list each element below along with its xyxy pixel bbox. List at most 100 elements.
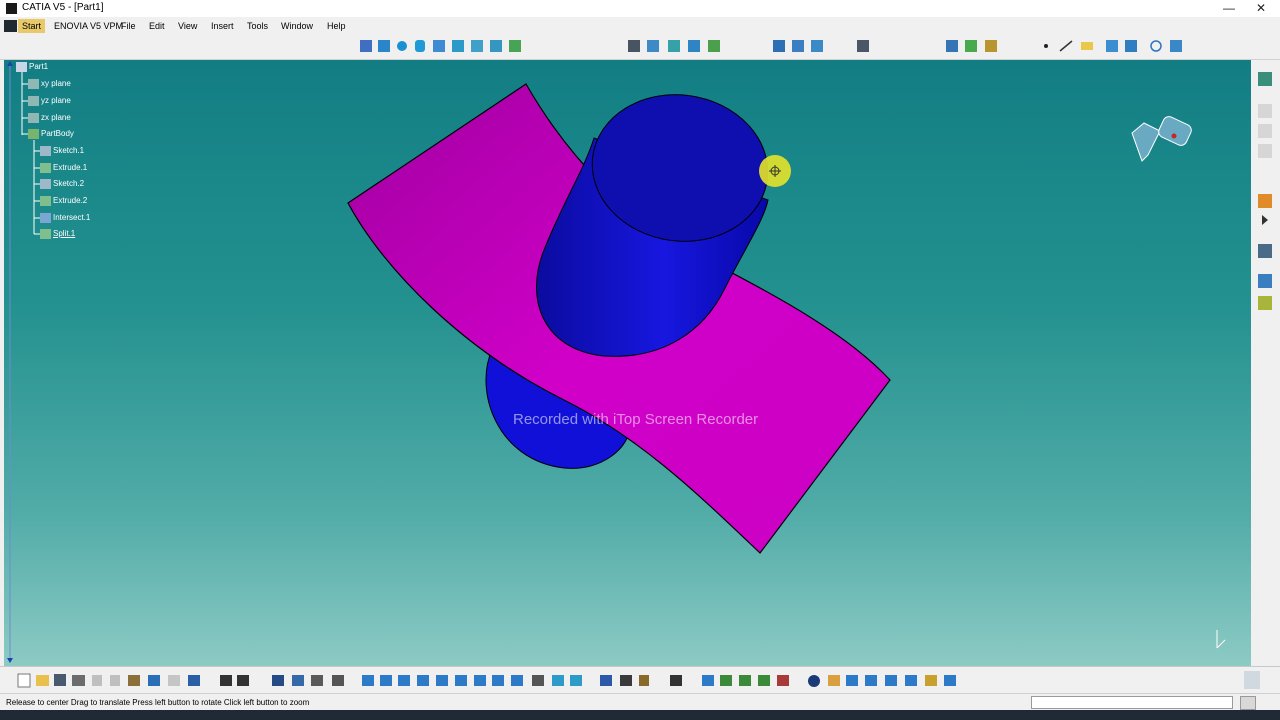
tree-node-label: Sketch.1 bbox=[53, 146, 85, 155]
menu-edit[interactable]: Edit bbox=[149, 21, 165, 31]
menu-file[interactable]: File bbox=[121, 21, 136, 31]
axis-system-icon bbox=[946, 40, 958, 52]
title-bar: CATIA V5 - [Part1] — ✕ bbox=[0, 0, 1280, 17]
top-toolbar bbox=[0, 35, 1280, 60]
tree-node-extrude1[interactable]: Extrude.1 bbox=[40, 162, 87, 174]
command-input[interactable] bbox=[1031, 696, 1233, 709]
cut-icon bbox=[92, 675, 102, 686]
sweep-tool-icon bbox=[452, 40, 464, 52]
sketcher-tool-icon bbox=[1258, 72, 1272, 86]
partbody-icon bbox=[28, 128, 39, 139]
intersect-icon bbox=[40, 212, 51, 223]
tree-node-label: Extrude.2 bbox=[53, 196, 88, 205]
menu-insert[interactable]: Insert bbox=[211, 21, 234, 31]
swap-space-icon bbox=[570, 675, 582, 686]
tree-node-zx-plane[interactable]: zx plane bbox=[28, 112, 71, 124]
undo-icon bbox=[148, 675, 160, 686]
revolve-tool-icon bbox=[378, 40, 390, 52]
sphere-tool-icon bbox=[397, 41, 407, 51]
heal-tool-icon bbox=[647, 40, 659, 52]
tree-node-label: Extrude.1 bbox=[53, 163, 88, 172]
blend-tool-icon bbox=[509, 40, 521, 52]
catia-app-icon bbox=[6, 3, 17, 14]
extrude-tool-icon bbox=[360, 40, 372, 52]
status-bar: Release to center Drag to translate Pres… bbox=[0, 693, 1280, 711]
layer-icon bbox=[885, 675, 897, 686]
menu-view[interactable]: View bbox=[178, 21, 197, 31]
grid-icon bbox=[846, 675, 858, 686]
tree-node-extrude2[interactable]: Extrude.2 bbox=[40, 195, 87, 207]
measure-between-icon bbox=[600, 675, 612, 686]
surface-icon bbox=[739, 675, 751, 686]
rotate-view-icon bbox=[417, 675, 429, 686]
join-tool-icon bbox=[628, 40, 640, 52]
zoom-in-icon bbox=[436, 675, 448, 686]
zoom-out-icon bbox=[455, 675, 467, 686]
translate-tool-icon bbox=[773, 40, 785, 52]
pan-icon bbox=[398, 675, 410, 686]
curvature-icon bbox=[777, 675, 789, 686]
multi-view-icon bbox=[492, 675, 504, 686]
disassemble-tool-icon bbox=[688, 40, 700, 52]
hand-icon bbox=[828, 675, 840, 686]
menu-start[interactable]: Start bbox=[18, 19, 46, 33]
tree-node-part1[interactable]: Part1 bbox=[16, 61, 48, 73]
render-icon bbox=[944, 675, 956, 686]
mass-icon bbox=[639, 675, 649, 686]
tree-node-label: zx plane bbox=[41, 113, 71, 122]
catalog-icon bbox=[292, 675, 304, 686]
whats-this-icon bbox=[188, 675, 200, 686]
formula-icon bbox=[220, 675, 232, 686]
command-button[interactable] bbox=[1240, 696, 1256, 710]
shading-icon bbox=[532, 675, 544, 686]
layer-tool-icon bbox=[1258, 296, 1272, 310]
tree-node-partbody[interactable]: PartBody bbox=[28, 128, 74, 140]
curve-icon bbox=[720, 675, 732, 686]
toolbar-tools[interactable] bbox=[0, 35, 1280, 59]
loft-tool-icon bbox=[490, 40, 502, 52]
sensor-icon bbox=[311, 675, 323, 686]
hide-show-icon bbox=[552, 675, 564, 686]
tree-node-intersect1[interactable]: Intersect.1 bbox=[40, 212, 90, 224]
intersect-tool-icon bbox=[1125, 40, 1137, 52]
hide-icon bbox=[332, 675, 344, 686]
offset-tool-icon bbox=[433, 40, 445, 52]
sketch-icon bbox=[40, 145, 51, 156]
properties-icon bbox=[905, 675, 917, 686]
update-icon bbox=[808, 675, 820, 687]
tree-node-yz-plane[interactable]: yz plane bbox=[28, 95, 71, 107]
tree-node-split1[interactable]: Split.1 bbox=[40, 228, 75, 240]
paste-icon bbox=[128, 675, 140, 686]
maximize-button[interactable] bbox=[1213, 0, 1247, 17]
cylinder-tool-icon bbox=[415, 40, 425, 52]
tree-node-label: PartBody bbox=[41, 129, 74, 138]
tree-node-sketch2[interactable]: Sketch.2 bbox=[40, 178, 84, 190]
menu-help[interactable]: Help bbox=[327, 21, 346, 31]
snap-tool-icon bbox=[965, 40, 977, 52]
table-icon bbox=[272, 675, 284, 686]
menu-bar: Start ENOVIA V5 VPM File Edit View Inser… bbox=[0, 17, 1280, 35]
menu-window[interactable]: Window bbox=[281, 21, 313, 31]
print-icon bbox=[72, 675, 85, 686]
menu-enovia[interactable]: ENOVIA V5 VPM bbox=[54, 21, 123, 31]
plane-icon bbox=[28, 95, 39, 106]
tree-node-label: Split.1 bbox=[53, 229, 76, 238]
new-file-icon bbox=[17, 673, 31, 688]
tree-node-sketch1[interactable]: Sketch.1 bbox=[40, 145, 84, 157]
model-scene[interactable] bbox=[4, 60, 1251, 666]
menu-tools[interactable]: Tools bbox=[247, 21, 268, 31]
window-title: CATIA V5 - [Part1] bbox=[22, 2, 104, 13]
tree-scrollbar[interactable] bbox=[4, 60, 16, 666]
catia-logo-icon bbox=[1244, 671, 1260, 689]
3d-viewport[interactable]: Recorded with iTop Screen Recorder bbox=[4, 60, 1251, 666]
fill-tool-icon bbox=[471, 40, 483, 52]
filter-icon bbox=[925, 675, 937, 686]
close-button[interactable]: ✕ bbox=[1244, 0, 1278, 17]
copy-icon bbox=[110, 675, 120, 686]
tree-node-xy-plane[interactable]: xy plane bbox=[28, 78, 71, 90]
layers-tool-icon bbox=[985, 40, 997, 52]
split-icon bbox=[40, 228, 51, 239]
tree-node-label: Part1 bbox=[29, 62, 49, 71]
expand-arrow-icon bbox=[1262, 215, 1268, 225]
right-toolbar bbox=[1252, 60, 1280, 666]
